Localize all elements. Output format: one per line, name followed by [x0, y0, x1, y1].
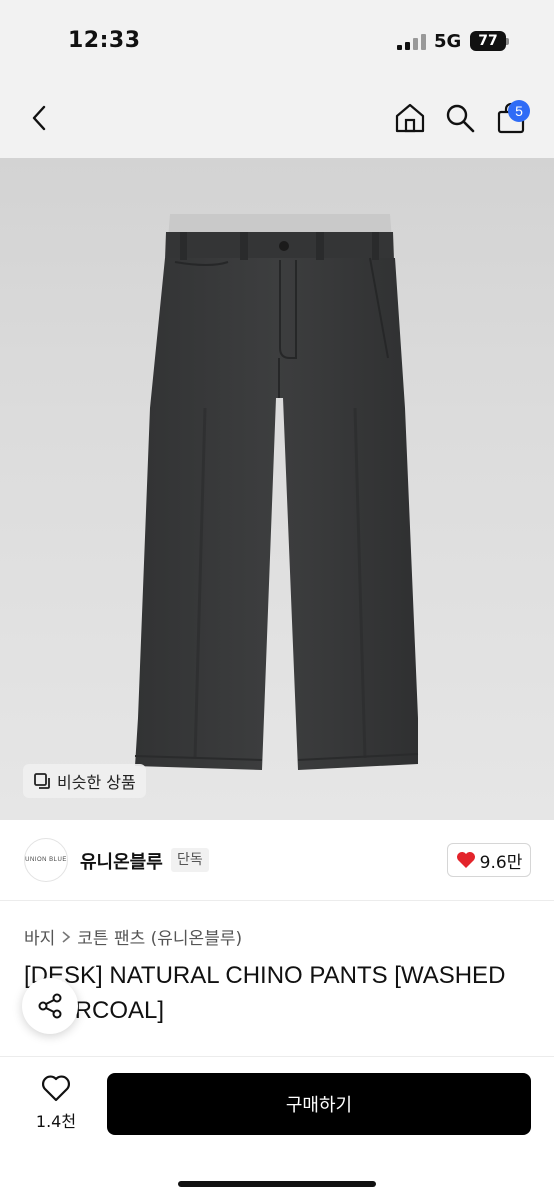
- wishlist-count: 1.4천: [35, 1112, 77, 1131]
- home-button[interactable]: [392, 100, 428, 136]
- breadcrumb-subcategory[interactable]: 코튼 팬츠 (유니온블루): [77, 924, 242, 949]
- brand-logo[interactable]: UNION BLUE: [24, 838, 68, 882]
- product-image[interactable]: [0, 158, 554, 820]
- brand-like-count: 9.6만: [479, 852, 523, 873]
- chino-pants-photo: [134, 214, 419, 770]
- network-label: 5G: [434, 31, 462, 52]
- signal-icon: [397, 34, 427, 50]
- battery-level: 77: [478, 33, 498, 49]
- status-bar: 12:33 5G 77: [0, 0, 554, 80]
- brand-name[interactable]: 유니온블루: [80, 848, 163, 874]
- brand-logo-text: UNION BLUE: [25, 857, 67, 863]
- chevron-left-icon: [32, 105, 46, 131]
- search-icon: [446, 104, 475, 133]
- chevron-right-icon: [62, 930, 71, 943]
- similar-products-button[interactable]: 비슷한 상품: [23, 764, 146, 798]
- home-icon: [395, 103, 425, 133]
- product-title: [DESK] NATURAL CHINO PANTS [WASHED CHARC…: [24, 962, 506, 1024]
- copy-icon: [34, 773, 50, 789]
- back-button[interactable]: [22, 100, 58, 136]
- heart-outline-icon: [42, 1075, 70, 1102]
- similar-products-label: 비슷한 상품: [57, 773, 136, 792]
- wishlist-button[interactable]: 1.4천: [24, 1074, 88, 1134]
- heart-filled-icon: [456, 852, 475, 868]
- breadcrumb: 바지 코튼 팬츠 (유니온블루): [24, 924, 242, 949]
- breadcrumb-category[interactable]: 바지: [24, 924, 55, 949]
- cart-count-badge: 5: [508, 100, 530, 122]
- share-icon: [38, 993, 62, 1019]
- status-time: 12:33: [68, 28, 141, 53]
- search-button[interactable]: [442, 100, 478, 136]
- brand-like-button[interactable]: 9.6만: [447, 843, 531, 877]
- buy-button[interactable]: 구매하기: [107, 1073, 531, 1135]
- top-nav: [0, 80, 554, 158]
- divider: [0, 900, 554, 901]
- exclusive-badge: 단독: [171, 848, 209, 872]
- home-indicator: [178, 1181, 376, 1187]
- share-button[interactable]: [22, 978, 78, 1034]
